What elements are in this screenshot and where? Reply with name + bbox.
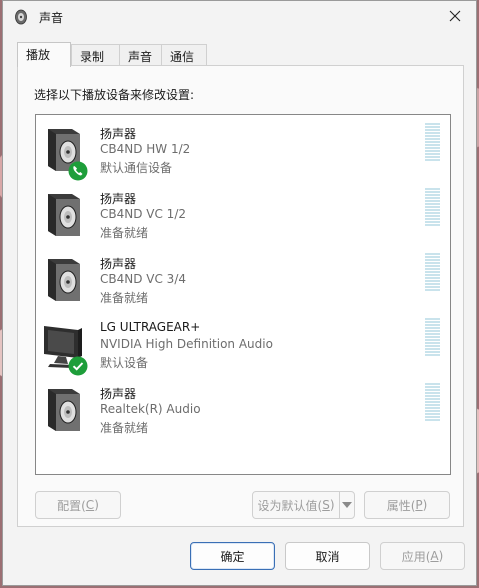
set-default-button[interactable]: 设为默认值(S) (252, 491, 340, 519)
sound-dialog: 声音 录制 声音 通信 播放 选择以下播放设备来修改设置: 扬声器 CB4ND … (2, 0, 477, 586)
ok-button[interactable]: 确定 (190, 542, 275, 570)
button-hotkey: P (415, 498, 423, 512)
properties-button[interactable]: 属性(P) (364, 491, 450, 519)
device-item[interactable]: LG ULTRAGEAR+ NVIDIA High Definition Aud… (36, 318, 450, 384)
tab-label: 播放 (26, 48, 51, 62)
device-status: 准备就绪 (100, 226, 149, 240)
configure-button[interactable]: 配置(C) (35, 491, 121, 519)
chevron-down-icon (342, 502, 352, 508)
volume-meter (425, 123, 440, 165)
tab-playback[interactable]: 播放 (17, 42, 71, 67)
device-item[interactable]: 扬声器 CB4ND HW 1/2 默认通信设备 (36, 123, 450, 189)
button-hotkey: C (85, 498, 95, 512)
button-label: 属性( (386, 498, 416, 513)
cancel-button[interactable]: 取消 (285, 542, 370, 570)
apply-button[interactable]: 应用(A) (380, 542, 465, 570)
device-name: 扬声器 (100, 387, 137, 401)
speaker-icon (48, 259, 80, 301)
button-label-tail: ) (422, 498, 428, 512)
device-description: CB4ND VC 3/4 (100, 272, 186, 286)
device-status: 默认设备 (100, 356, 149, 370)
instruction-text: 选择以下播放设备来修改设置: (34, 88, 195, 102)
button-label: 确定 (220, 549, 245, 564)
tab-label: 声音 (128, 50, 153, 64)
button-label: 配置( (57, 498, 86, 513)
device-name: 扬声器 (100, 257, 137, 271)
device-description: Realtek(R) Audio (100, 402, 201, 416)
phone-badge-icon (68, 161, 88, 181)
button-label: 取消 (315, 549, 340, 564)
button-label-tail: ) (438, 549, 444, 563)
tab-label: 录制 (80, 50, 105, 64)
playback-panel: 选择以下播放设备来修改设置: 扬声器 CB4ND HW 1/2 默认通信设备 扬… (17, 65, 464, 527)
device-name: 扬声器 (100, 192, 137, 206)
set-default-dropdown-button[interactable] (339, 491, 355, 519)
device-list[interactable]: 扬声器 CB4ND HW 1/2 默认通信设备 扬声器 CB4ND VC 1/2… (35, 114, 451, 475)
device-status: 默认通信设备 (100, 161, 173, 175)
button-label-tail: ) (329, 498, 335, 512)
close-button[interactable] (442, 5, 468, 27)
device-status: 准备就绪 (100, 291, 149, 305)
window-title: 声音 (39, 11, 64, 25)
tab-sounds[interactable]: 声音 (119, 44, 165, 65)
speaker-icon (48, 389, 80, 431)
device-name: 扬声器 (100, 127, 137, 141)
close-icon (449, 10, 461, 22)
tab-label: 通信 (170, 50, 195, 64)
volume-meter (425, 383, 440, 425)
button-hotkey: A (430, 549, 439, 563)
volume-meter (425, 188, 440, 230)
check-badge-icon (68, 356, 88, 376)
button-label: 设为默认值( (257, 498, 323, 513)
device-description: CB4ND HW 1/2 (100, 142, 191, 156)
volume-meter (425, 253, 440, 295)
tab-recording[interactable]: 录制 (71, 44, 123, 65)
speaker-icon (48, 194, 80, 236)
button-label: 应用( (401, 549, 431, 564)
speaker-app-icon (15, 9, 27, 25)
title-bar: 声音 (3, 1, 476, 33)
device-item[interactable]: 扬声器 Realtek(R) Audio 准备就绪 (36, 383, 450, 449)
tab-communications[interactable]: 通信 (161, 44, 207, 65)
device-description: NVIDIA High Definition Audio (100, 337, 273, 351)
button-hotkey: S (322, 498, 330, 512)
device-status: 准备就绪 (100, 421, 149, 435)
button-label-tail: ) (94, 498, 99, 512)
device-description: CB4ND VC 1/2 (100, 207, 186, 221)
device-item[interactable]: 扬声器 CB4ND VC 3/4 准备就绪 (36, 253, 450, 319)
device-name: LG ULTRAGEAR+ (100, 320, 201, 334)
volume-meter (425, 318, 440, 360)
device-item[interactable]: 扬声器 CB4ND VC 1/2 准备就绪 (36, 188, 450, 254)
